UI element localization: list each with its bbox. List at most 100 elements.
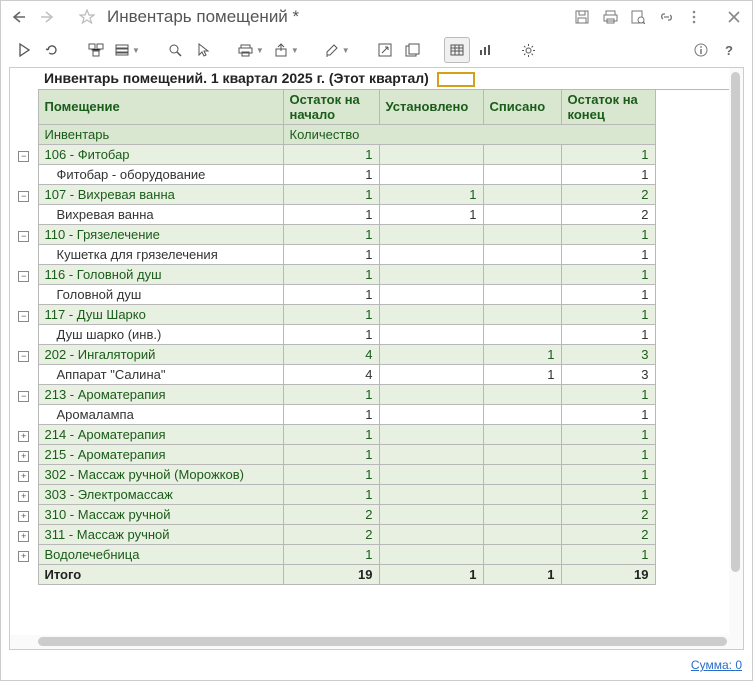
cell-disposed [483,484,561,504]
expand-icon[interactable]: + [18,531,29,542]
cell-end: 1 [561,264,655,284]
chevron-down-icon: ▼ [132,46,140,55]
structure-button[interactable] [83,37,109,63]
table-row[interactable]: Душ шарко (инв.)11 [10,324,743,344]
table-row[interactable]: Кушетка для грязелечения11 [10,244,743,264]
table-row[interactable]: −213 - Ароматерапия11 [10,384,743,404]
collapse-icon[interactable]: − [18,271,29,282]
star-icon [79,9,95,25]
table-row[interactable]: +Водолечебница11 [10,544,743,564]
table-row[interactable]: Вихревая ванна112 [10,204,743,224]
period-input[interactable] [437,72,475,87]
cell-end: 1 [561,424,655,444]
expand-icon[interactable]: + [18,471,29,482]
table-row[interactable]: −202 - Ингаляторий413 [10,344,743,364]
preview-button[interactable] [626,5,650,29]
save-button[interactable] [570,5,594,29]
chart-view-button[interactable] [472,37,498,63]
table-row[interactable]: +303 - Электромассаж11 [10,484,743,504]
table-view-button[interactable] [444,37,470,63]
find-button[interactable] [162,37,188,63]
table-row[interactable]: +214 - Ароматерапия11 [10,424,743,444]
collapse-icon[interactable]: − [18,191,29,202]
refresh-button[interactable] [39,37,65,63]
cell-end: 1 [561,144,655,164]
expand-icon[interactable]: + [18,511,29,522]
table-row[interactable]: −116 - Головной душ11 [10,264,743,284]
cursor-button[interactable] [190,37,216,63]
link-button[interactable] [654,5,678,29]
table-row[interactable]: −117 - Душ Шарко11 [10,304,743,324]
cell-disposed [483,164,561,184]
chart-icon [478,44,492,56]
export-dropdown-button[interactable]: ▼ [270,37,303,63]
collapse-icon[interactable]: − [18,151,29,162]
print-dropdown-button[interactable]: ▼ [234,37,268,63]
cell-start: 2 [283,504,379,524]
table-row[interactable]: Аппарат "Салина"413 [10,364,743,384]
run-report-button[interactable] [11,37,37,63]
new-window-button[interactable] [400,37,426,63]
cursor-icon [197,43,209,57]
settings-button[interactable] [516,37,542,63]
table-row[interactable]: Фитобар - оборудование11 [10,164,743,184]
row-label: 106 - Фитобар [38,144,283,164]
table-row[interactable]: +310 - Массаж ручной22 [10,504,743,524]
help-button[interactable]: ? [716,37,742,63]
collapse-icon[interactable]: − [18,231,29,242]
table-row[interactable]: −110 - Грязелечение11 [10,224,743,244]
table-row[interactable]: −106 - Фитобар11 [10,144,743,164]
total-disposed: 1 [483,564,561,584]
sum-link[interactable]: Сумма: 0 [691,658,742,672]
table-row[interactable]: Аромалампа11 [10,404,743,424]
cell-start: 1 [283,324,379,344]
cell-end: 1 [561,324,655,344]
table-row[interactable]: −107 - Вихревая ванна112 [10,184,743,204]
table-row[interactable]: +215 - Ароматерапия11 [10,444,743,464]
col-end: Остаток на конец [561,89,655,124]
report-title: Инвентарь помещений. 1 квартал 2025 г. (… [44,70,429,86]
close-button[interactable] [722,5,746,29]
cell-start: 1 [283,284,379,304]
favorite-button[interactable] [75,5,99,29]
expand-icon[interactable]: + [18,551,29,562]
vertical-scrollbar[interactable] [729,68,743,649]
cell-installed: 1 [379,184,483,204]
row-label: 117 - Душ Шарко [38,304,283,324]
cell-end: 1 [561,284,655,304]
more-menu-button[interactable] [682,5,706,29]
print-button[interactable] [598,5,622,29]
cell-installed: 1 [379,204,483,224]
cell-end: 3 [561,344,655,364]
cell-installed [379,424,483,444]
table-row[interactable]: +302 - Массаж ручной (Морожков)11 [10,464,743,484]
collapse-icon[interactable]: − [18,391,29,402]
cell-installed [379,244,483,264]
collapse-icon[interactable]: − [18,351,29,362]
structure-icon [88,43,104,57]
open-edit-button[interactable] [372,37,398,63]
table-row[interactable]: +311 - Массаж ручной22 [10,524,743,544]
back-button[interactable] [7,5,31,29]
table-row[interactable]: Головной душ11 [10,284,743,304]
forward-button[interactable] [35,5,59,29]
cell-disposed: 1 [483,364,561,384]
chevron-down-icon: ▼ [291,46,299,55]
variants-button[interactable]: ▼ [111,37,144,63]
info-button[interactable] [688,37,714,63]
cell-installed [379,224,483,244]
save-icon [575,10,589,24]
cell-start: 4 [283,344,379,364]
cell-installed [379,284,483,304]
cell-disposed [483,204,561,224]
horizontal-scrollbar[interactable] [10,635,743,649]
edit-button[interactable]: ▼ [321,37,354,63]
expand-icon[interactable]: + [18,491,29,502]
expand-icon[interactable]: + [18,431,29,442]
cell-disposed [483,444,561,464]
cell-disposed: 1 [483,344,561,364]
expand-icon[interactable]: + [18,451,29,462]
collapse-icon[interactable]: − [18,311,29,322]
cell-installed [379,364,483,384]
cell-start: 1 [283,444,379,464]
